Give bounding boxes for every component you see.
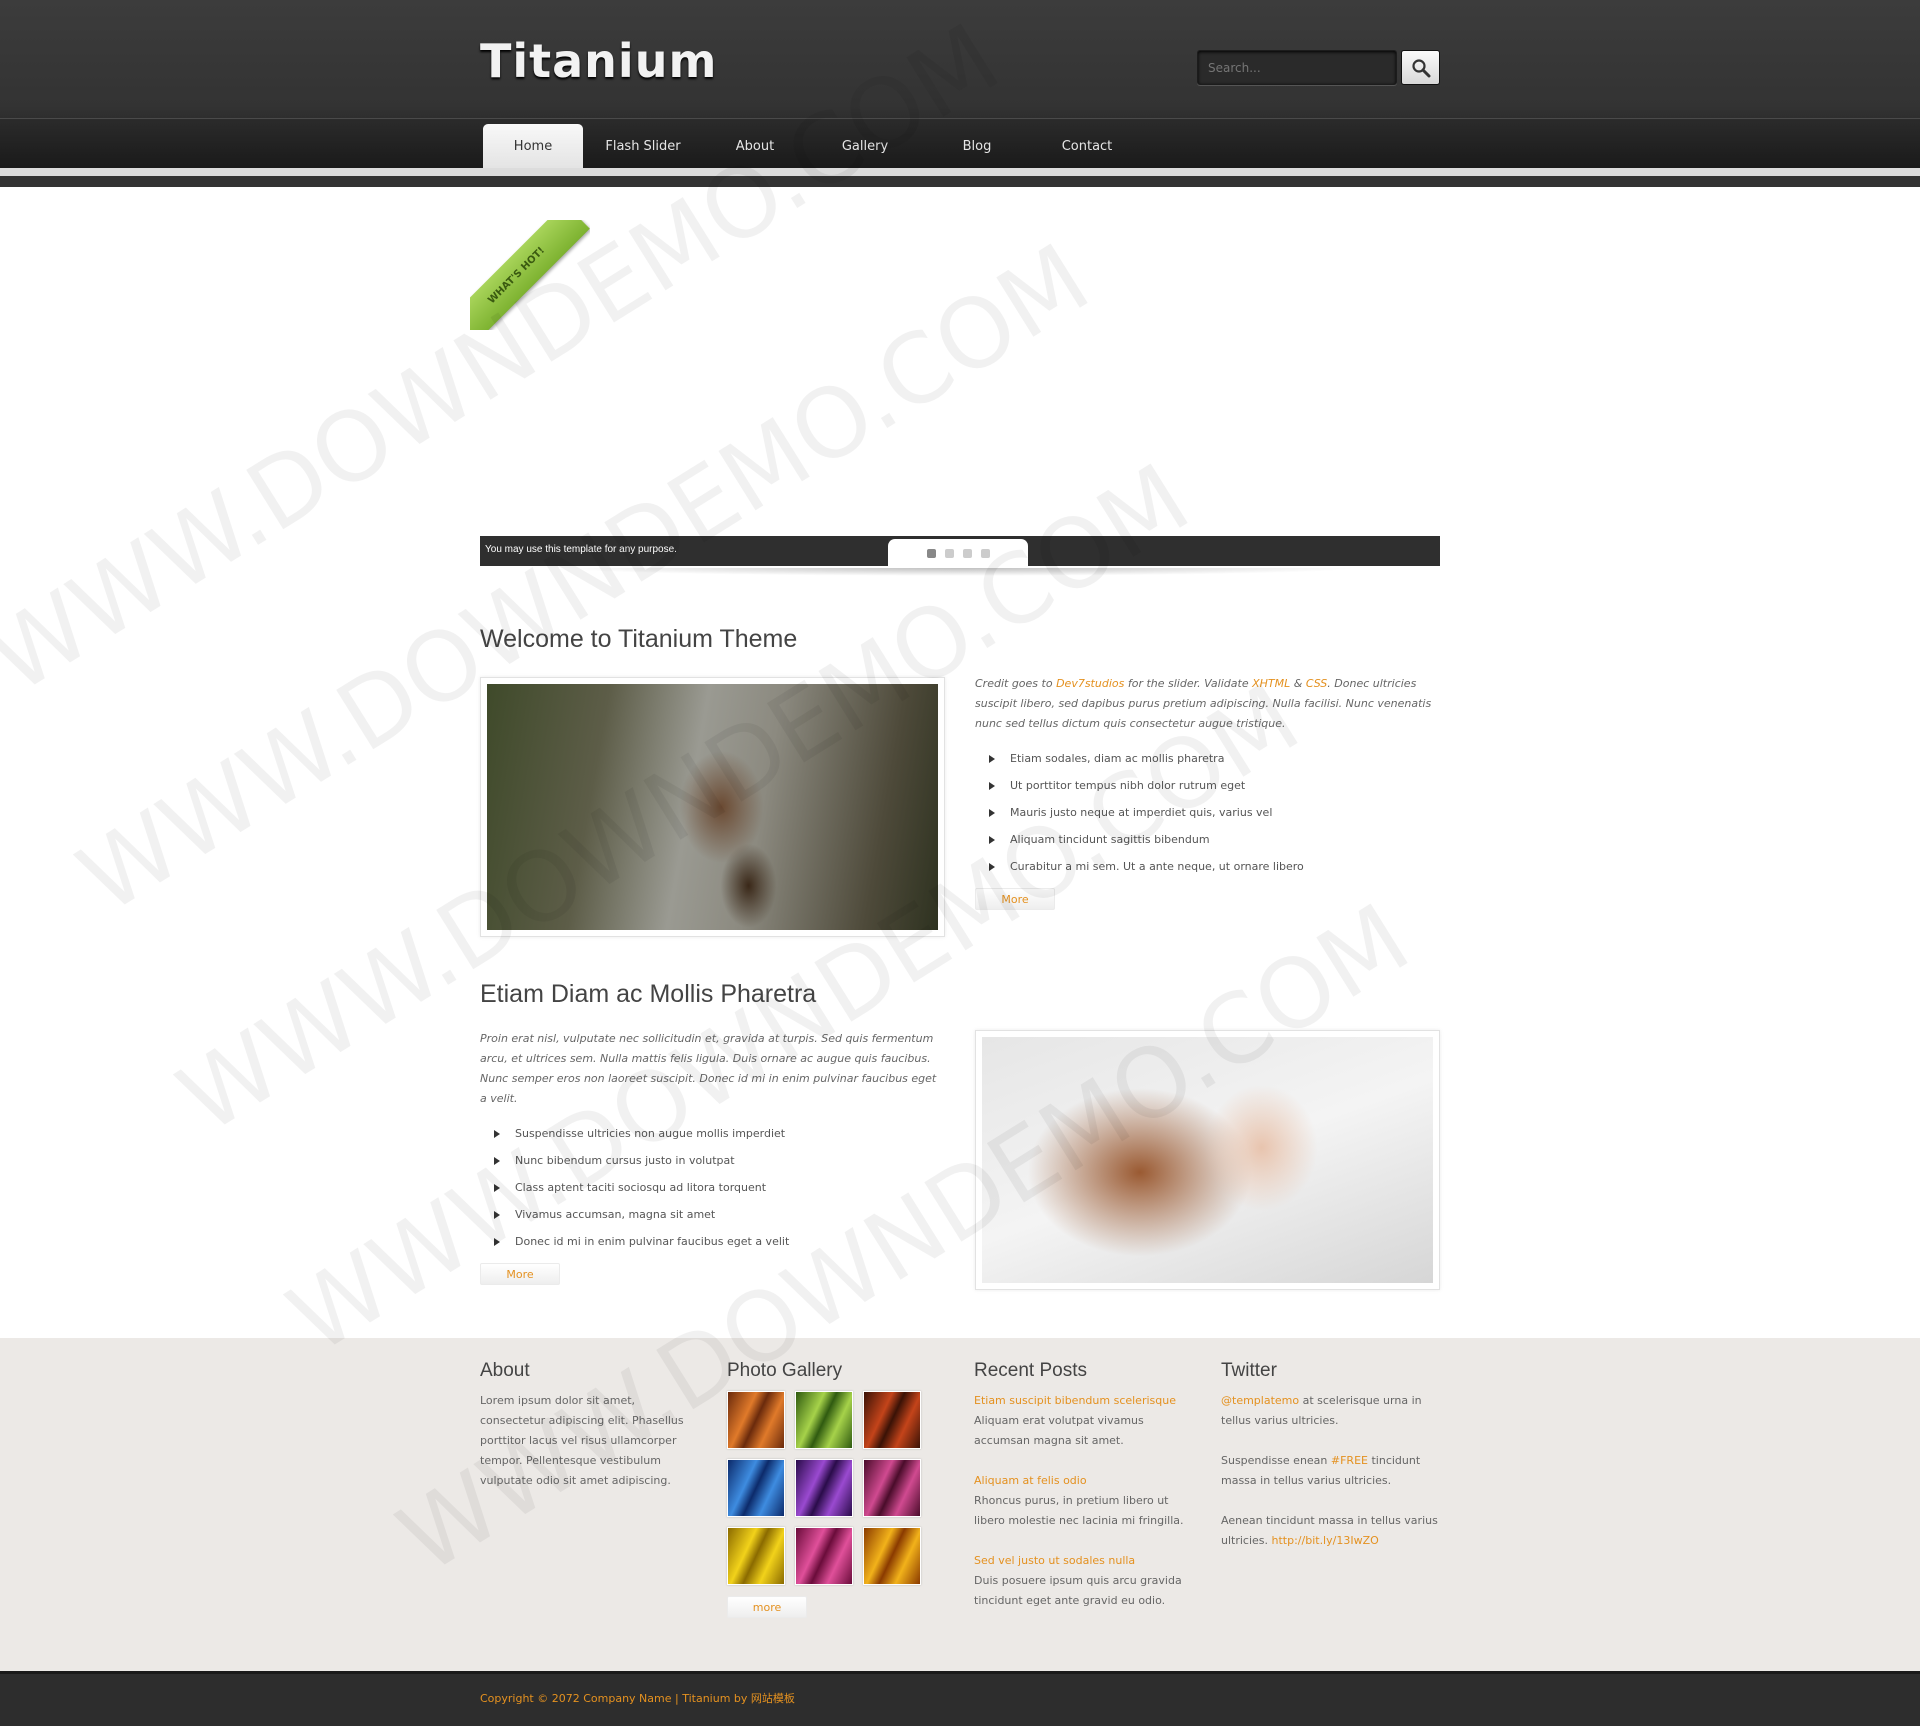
welcome-intro: Credit goes to Dev7studios for the slide… bbox=[975, 677, 1432, 730]
nav-item-flash-slider[interactable]: Flash Slider bbox=[588, 124, 698, 168]
tweet-1: @templatemo at scelerisque urna in tellu… bbox=[1221, 1394, 1422, 1427]
recent-post-1: Etiam suscipit bibendum scelerisque Aliq… bbox=[974, 1394, 1176, 1447]
slider-caption: You may use this template for any purpos… bbox=[485, 544, 677, 555]
recent-post-link[interactable]: Etiam suscipit bibendum scelerisque bbox=[974, 1394, 1176, 1407]
section2-list: Suspendisse ultricies non augue mollis i… bbox=[480, 1124, 940, 1259]
list-item: Etiam sodales, diam ac mollis pharetra bbox=[975, 749, 1440, 776]
tweet-url-link[interactable]: http://bit.ly/13IwZO bbox=[1272, 1534, 1379, 1547]
gallery-thumb[interactable] bbox=[727, 1391, 785, 1449]
list-item: Mauris justo neque at imperdiet quis, va… bbox=[975, 803, 1440, 830]
tweet-3: Aenean tincidunt massa in tellus varius … bbox=[1221, 1514, 1438, 1547]
list-item: Aliquam tincidunt sagittis bibendum bbox=[975, 830, 1440, 857]
gallery-thumb[interactable] bbox=[795, 1459, 853, 1517]
nav-divider-dark bbox=[0, 176, 1920, 187]
gallery-more-button[interactable]: more bbox=[727, 1596, 807, 1618]
nav-item-about[interactable]: About bbox=[710, 124, 800, 168]
css-link[interactable]: CSS bbox=[1306, 677, 1327, 690]
footer-about-title: About bbox=[480, 1360, 530, 1381]
section2-title: Etiam Diam ac Mollis Pharetra bbox=[480, 980, 817, 1008]
list-item: Class aptent taciti sociosqu ad litora t… bbox=[480, 1178, 940, 1205]
gallery-thumb[interactable] bbox=[727, 1459, 785, 1517]
slider-dot-2[interactable] bbox=[944, 548, 954, 558]
tweet-2: Suspendisse enean #FREE tincidunt massa … bbox=[1221, 1454, 1421, 1487]
list-item: Donec id mi in enim pulvinar faucibus eg… bbox=[480, 1232, 940, 1259]
gallery-thumb[interactable] bbox=[795, 1527, 853, 1585]
xhtml-link[interactable]: XHTML bbox=[1252, 677, 1290, 690]
list-item: Suspendisse ultricies non augue mollis i… bbox=[480, 1124, 940, 1151]
header bbox=[0, 0, 1920, 118]
slider-dot-1[interactable] bbox=[926, 548, 936, 558]
footer-twitter-title: Twitter bbox=[1221, 1360, 1277, 1381]
hashtag-link[interactable]: #FREE bbox=[1331, 1454, 1368, 1467]
nav-item-blog[interactable]: Blog bbox=[932, 124, 1022, 168]
gallery-thumb[interactable] bbox=[863, 1391, 921, 1449]
welcome-more-button[interactable]: More bbox=[975, 888, 1055, 910]
nav-item-gallery[interactable]: Gallery bbox=[820, 124, 910, 168]
welcome-list: Etiam sodales, diam ac mollis pharetra U… bbox=[975, 749, 1440, 884]
slider-pagination bbox=[888, 539, 1028, 567]
search-button[interactable] bbox=[1401, 50, 1440, 85]
twitter-handle-link[interactable]: @templatemo bbox=[1221, 1394, 1299, 1407]
welcome-photo bbox=[487, 684, 938, 930]
recent-post-3: Sed vel justo ut sodales nulla Duis posu… bbox=[974, 1554, 1182, 1607]
slider-shadow bbox=[560, 568, 1360, 576]
gallery-thumb[interactable] bbox=[863, 1527, 921, 1585]
slider-dot-4[interactable] bbox=[980, 548, 990, 558]
footer-posts-title: Recent Posts bbox=[974, 1360, 1087, 1381]
bottom-bar bbox=[0, 1671, 1920, 1726]
gallery-thumb[interactable] bbox=[727, 1527, 785, 1585]
footer bbox=[0, 1338, 1920, 1671]
welcome-title: Welcome to Titanium Theme bbox=[480, 625, 798, 653]
image-slider[interactable] bbox=[480, 222, 1440, 538]
search-icon bbox=[1411, 58, 1430, 77]
nav-item-contact[interactable]: Contact bbox=[1042, 124, 1132, 168]
slider-dot-3[interactable] bbox=[962, 548, 972, 558]
dev7studios-link[interactable]: Dev7studios bbox=[1056, 677, 1124, 690]
section2-image-frame bbox=[975, 1030, 1440, 1290]
nav-divider bbox=[0, 168, 1920, 176]
ribbon-label: WHAT'S HOT! bbox=[470, 220, 590, 330]
list-item: Vivamus accumsan, magna sit amet bbox=[480, 1205, 940, 1232]
recent-post-2: Aliquam at felis odio Rhoncus purus, in … bbox=[974, 1474, 1184, 1527]
section2-photo bbox=[982, 1037, 1433, 1283]
nav-item-home[interactable]: Home bbox=[483, 124, 583, 168]
list-item: Ut porttitor tempus nibh dolor rutrum eg… bbox=[975, 776, 1440, 803]
section2-intro: Proin erat nisl, vulputate nec sollicitu… bbox=[480, 1032, 937, 1105]
recent-post-link[interactable]: Sed vel justo ut sodales nulla bbox=[974, 1554, 1135, 1567]
search-input[interactable] bbox=[1197, 50, 1397, 85]
whats-hot-ribbon: WHAT'S HOT! bbox=[470, 220, 590, 330]
gallery-thumb[interactable] bbox=[863, 1459, 921, 1517]
recent-post-link[interactable]: Aliquam at felis odio bbox=[974, 1474, 1087, 1487]
copyright: Copyright © 2072 Company Name | Titanium… bbox=[480, 1692, 795, 1705]
list-item: Nunc bibendum cursus justo in volutpat bbox=[480, 1151, 940, 1178]
footer-gallery-title: Photo Gallery bbox=[727, 1360, 843, 1381]
footer-about-text: Lorem ipsum dolor sit amet, consectetur … bbox=[480, 1394, 684, 1487]
site-logo[interactable]: Titanium bbox=[480, 34, 717, 88]
section2-more-button[interactable]: More bbox=[480, 1263, 560, 1285]
gallery-thumb[interactable] bbox=[795, 1391, 853, 1449]
list-item: Curabitur a mi sem. Ut a ante neque, ut … bbox=[975, 857, 1440, 884]
welcome-image-frame bbox=[480, 677, 945, 937]
